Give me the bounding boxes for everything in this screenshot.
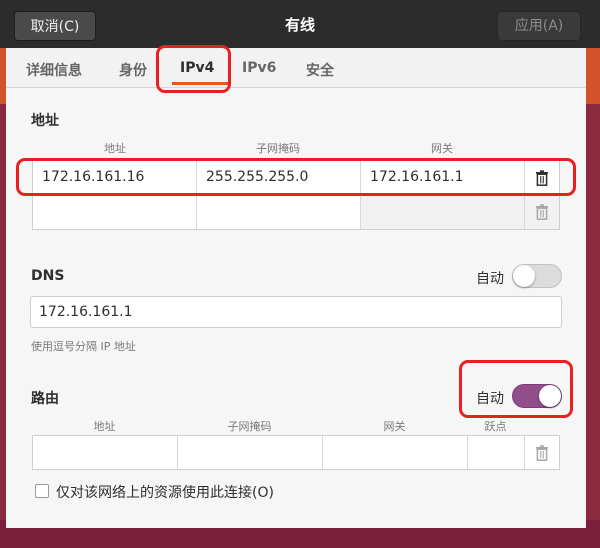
route-metric-input[interactable] bbox=[468, 436, 525, 469]
address-col-gateway: 网关 bbox=[431, 142, 453, 155]
delete-route-button[interactable] bbox=[525, 436, 559, 469]
delete-empty-address-button[interactable] bbox=[525, 195, 559, 229]
tab-details[interactable]: 详细信息 bbox=[26, 60, 82, 80]
address-row-highlight bbox=[16, 158, 576, 196]
address-col-address: 地址 bbox=[104, 142, 126, 155]
address-section-title: 地址 bbox=[31, 113, 59, 129]
route-gateway-input[interactable] bbox=[323, 436, 468, 469]
tab-ipv4-highlight bbox=[156, 45, 231, 93]
netmask-input-empty[interactable] bbox=[197, 195, 361, 229]
routes-col-netmask: 子网掩码 bbox=[227, 420, 272, 433]
routes-auto-highlight bbox=[459, 360, 573, 418]
trash-icon bbox=[536, 444, 548, 461]
dns-auto-label: 自动 bbox=[476, 271, 504, 287]
trash-icon bbox=[536, 204, 548, 220]
tab-bar: 详细信息 身份 IPv4 IPv6 安全 bbox=[6, 48, 586, 88]
tab-identity[interactable]: 身份 bbox=[119, 60, 147, 80]
dns-section-title: DNS bbox=[31, 268, 65, 284]
title-bar: 取消(C) 有线 应用(A) bbox=[0, 0, 600, 48]
gateway-input-empty[interactable] bbox=[361, 195, 525, 229]
tab-security[interactable]: 安全 bbox=[306, 60, 334, 80]
routes-section-title: 路由 bbox=[31, 391, 59, 407]
switch-knob bbox=[513, 265, 535, 287]
dns-input[interactable]: 172.16.161.1 bbox=[30, 296, 562, 328]
dns-auto-switch[interactable] bbox=[512, 264, 562, 288]
tab-ipv6[interactable]: IPv6 bbox=[242, 60, 276, 76]
routes-col-gateway: 网关 bbox=[383, 420, 406, 433]
routes-col-address: 地址 bbox=[93, 420, 116, 433]
dns-hint: 使用逗号分隔 IP 地址 bbox=[31, 340, 136, 353]
routes-col-metric: 跃点 bbox=[484, 420, 507, 433]
route-address-input[interactable] bbox=[33, 436, 178, 469]
address-input-empty[interactable] bbox=[33, 195, 197, 229]
apply-button[interactable]: 应用(A) bbox=[497, 11, 581, 41]
ipv4-settings-dialog: 详细信息 身份 IPv4 IPv6 安全 地址 地址 子网掩码 网关 172.1… bbox=[6, 45, 586, 528]
route-netmask-input[interactable] bbox=[178, 436, 323, 469]
routes-table bbox=[32, 435, 560, 470]
only-resources-checkbox[interactable] bbox=[35, 484, 49, 498]
address-col-netmask: 子网掩码 bbox=[256, 142, 300, 155]
only-resources-label[interactable]: 仅对该网络上的资源使用此连接(O) bbox=[56, 482, 274, 502]
